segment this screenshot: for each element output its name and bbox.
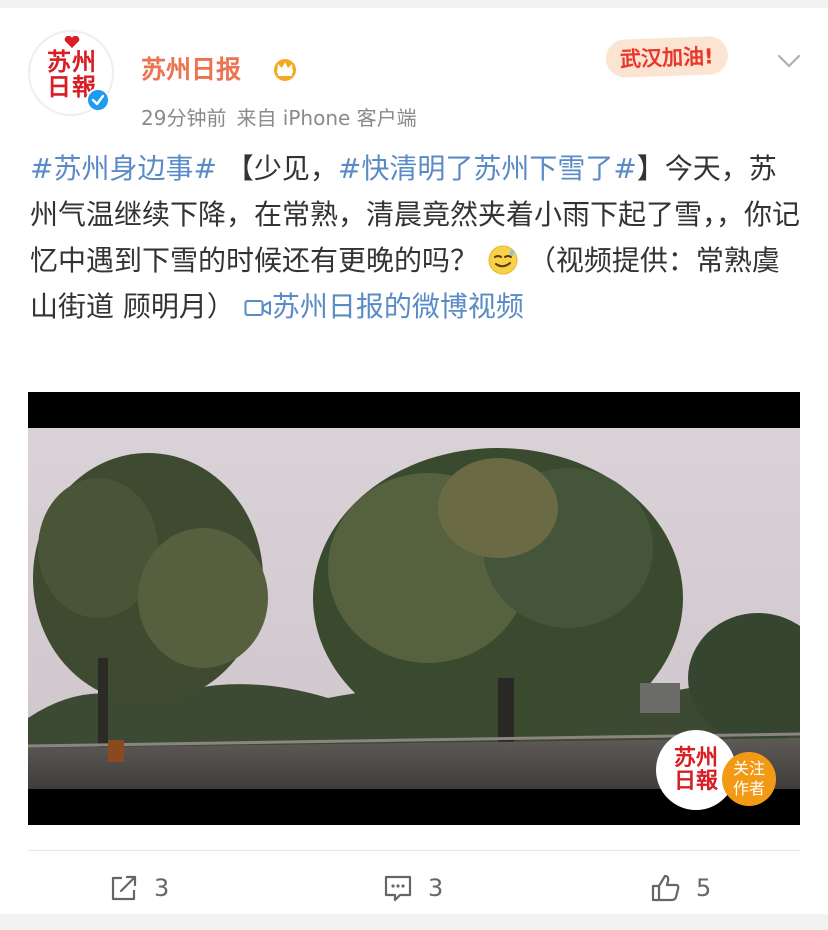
post-time: 29分钟前 xyxy=(141,106,227,130)
chevron-down-icon[interactable] xyxy=(776,52,802,70)
follow-author-button[interactable]: 关注 作者 xyxy=(722,752,776,806)
comment-count: 3 xyxy=(428,874,444,902)
video-logo-line-2: 日報 xyxy=(673,768,718,794)
follow-label-line-1: 关注 xyxy=(732,759,765,778)
wuhan-badge: 武汉加油! xyxy=(605,35,774,79)
crown-icon[interactable] xyxy=(270,54,300,82)
video-logo-line-1: 苏州 xyxy=(673,744,718,771)
repost-count: 3 xyxy=(154,874,170,902)
post-meta: 29分钟前 来自 iPhone 客户端 xyxy=(141,102,417,131)
post-text: #苏州身边事# 【少见，#快清明了苏州下雪了#】今天，苏州气温继续下降，在常熟，… xyxy=(30,146,800,330)
footer-divider xyxy=(28,850,800,851)
repost-icon xyxy=(111,875,137,901)
video-player[interactable]: 苏州 日報 关注 作者 xyxy=(28,392,800,825)
repost-button[interactable]: 3 xyxy=(108,870,169,906)
comment-icon xyxy=(384,875,412,902)
verified-icon xyxy=(86,88,110,112)
heart-icon xyxy=(64,36,80,48)
smirk-emoji-icon xyxy=(488,245,518,275)
wuhan-badge-text: 武汉加油! xyxy=(605,35,729,79)
topic-link-1[interactable]: #苏州身边事# xyxy=(30,152,217,185)
comment-button[interactable]: 3 xyxy=(382,870,443,906)
post-text-part-1: 【少见， xyxy=(225,152,338,185)
video-source-link[interactable]: 苏州日报的微博视频 xyxy=(272,290,524,323)
like-button[interactable]: 5 xyxy=(650,870,711,906)
author-avatar[interactable]: 苏州 日報 xyxy=(28,30,114,116)
topic-link-2[interactable]: #快清明了苏州下雪了# xyxy=(338,152,637,185)
video-camera-icon xyxy=(244,300,271,316)
like-count: 5 xyxy=(696,874,712,902)
post-source[interactable]: 来自 iPhone 客户端 xyxy=(236,102,416,131)
avatar-text-line-1: 苏州 xyxy=(47,46,97,76)
weibo-post-card: 苏州 日報 苏州日报 29分钟前 来自 iPhone 客户端 武汉加油! #苏州… xyxy=(0,8,828,914)
thumbs-up-icon xyxy=(651,874,680,902)
follow-label-line-2: 作者 xyxy=(732,779,765,798)
author-name[interactable]: 苏州日报 xyxy=(141,50,241,86)
